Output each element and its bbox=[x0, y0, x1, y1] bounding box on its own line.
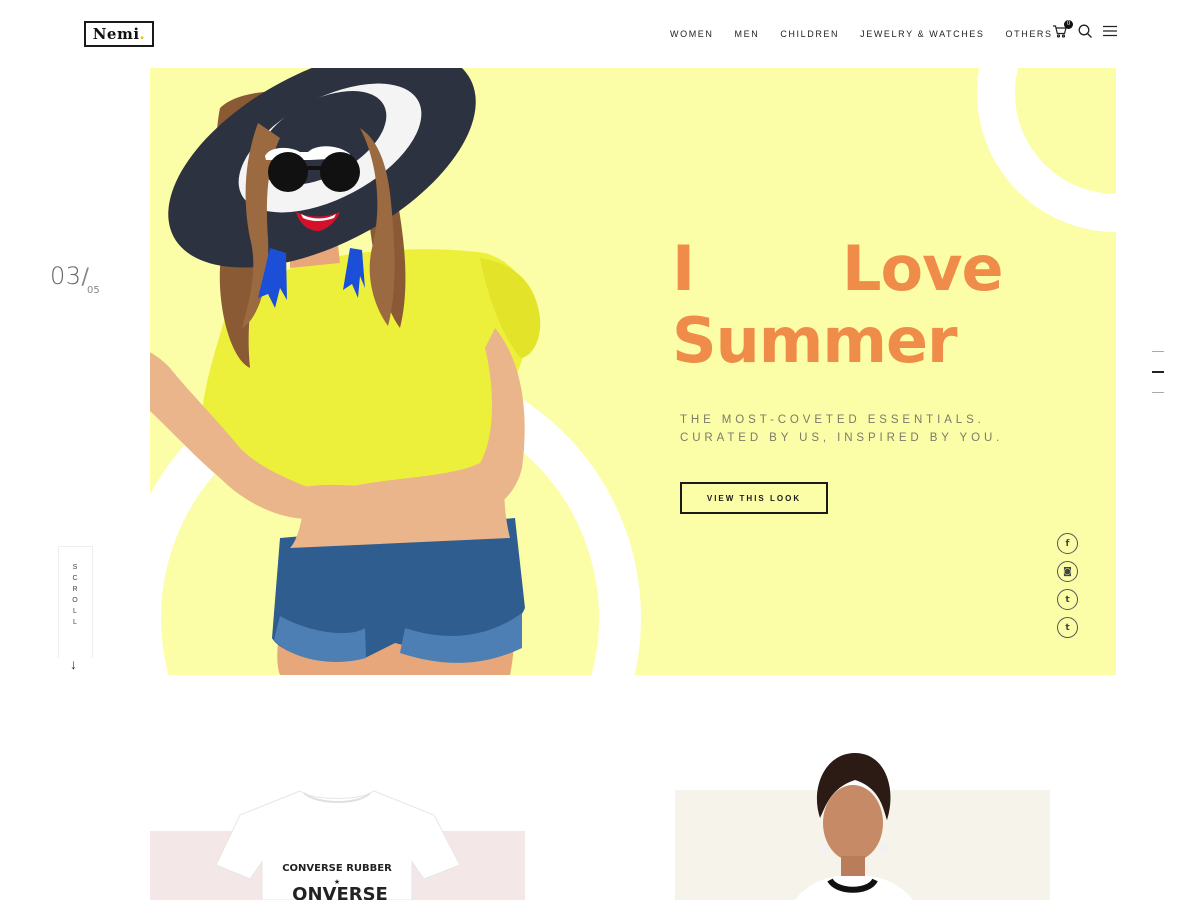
search-icon[interactable] bbox=[1077, 23, 1093, 39]
slide-counter: 03/ 05 bbox=[50, 262, 100, 296]
hero-subtitle-line-2: CURATED BY US, INSPIRED BY YOU. bbox=[680, 432, 1004, 444]
scroll-letter: L bbox=[73, 608, 78, 615]
instagram-icon[interactable]: ◙ bbox=[1057, 561, 1078, 582]
scroll-letter: R bbox=[72, 586, 79, 593]
logo-text: Nemi bbox=[92, 25, 140, 43]
scroll-letter: O bbox=[72, 597, 79, 604]
hero-title-word-love: Love bbox=[842, 232, 1004, 305]
slide-current-number: 03 bbox=[50, 262, 82, 290]
pager-dash-active[interactable] bbox=[1152, 371, 1164, 373]
brand-logo[interactable]: Nemi. bbox=[84, 21, 154, 47]
nav-item-jewelry-watches[interactable]: JEWELRY & WATCHES bbox=[860, 29, 984, 39]
header-actions: 0 bbox=[1052, 20, 1118, 39]
nav-item-children[interactable]: CHILDREN bbox=[780, 29, 839, 39]
pager-dash[interactable] bbox=[1152, 392, 1164, 393]
facebook-icon[interactable]: f bbox=[1057, 533, 1078, 554]
pager-dash[interactable] bbox=[1152, 351, 1164, 352]
cart-count-badge: 0 bbox=[1064, 20, 1073, 29]
twitter-icon[interactable]: t bbox=[1057, 589, 1078, 610]
scroll-letter: S bbox=[72, 564, 79, 571]
scroll-indicator[interactable]: S C R O L L bbox=[58, 546, 93, 658]
cart-icon[interactable]: 0 bbox=[1052, 20, 1073, 39]
tshirt-product-image: CONVERSE RUBBER ★ ONVERSE bbox=[215, 790, 461, 900]
slide-total-number: 05 bbox=[87, 285, 100, 296]
slide-pager bbox=[1152, 351, 1164, 393]
tshirt-print-top: CONVERSE RUBBER bbox=[282, 863, 392, 874]
nav-item-men[interactable]: MEN bbox=[735, 29, 760, 39]
main-nav: WOMEN MEN CHILDREN JEWELRY & WATCHES OTH… bbox=[660, 29, 1074, 39]
model-product-image bbox=[795, 753, 913, 900]
nav-item-women[interactable]: WOMEN bbox=[670, 29, 714, 39]
scroll-label: S C R O L L bbox=[72, 564, 78, 626]
hero-title-line-1: I Love bbox=[672, 233, 1052, 305]
social-links: f ◙ t t bbox=[1057, 533, 1078, 638]
hero-subtitle-line-1: THE MOST-COVETED ESSENTIALS. bbox=[680, 414, 985, 426]
scroll-down-arrow-icon[interactable]: ↓ bbox=[70, 656, 77, 672]
logo-dot: . bbox=[139, 25, 146, 43]
hero-title: I Love Summer bbox=[672, 233, 1052, 377]
tumblr-icon[interactable]: t bbox=[1057, 617, 1078, 638]
hero-title-line-2: Summer bbox=[672, 304, 958, 377]
view-this-look-button[interactable]: VIEW THIS LOOK bbox=[680, 482, 828, 514]
hero-subtitle: THE MOST-COVETED ESSENTIALS. CURATED BY … bbox=[680, 411, 1003, 447]
scroll-letter: L bbox=[73, 619, 78, 626]
hamburger-menu-icon[interactable] bbox=[1102, 23, 1118, 39]
hero-title-word-i: I bbox=[672, 232, 695, 305]
tshirt-print-bottom: ONVERSE bbox=[292, 884, 388, 900]
scroll-letter: C bbox=[72, 575, 79, 582]
nav-item-others[interactable]: OTHERS bbox=[1006, 29, 1053, 39]
